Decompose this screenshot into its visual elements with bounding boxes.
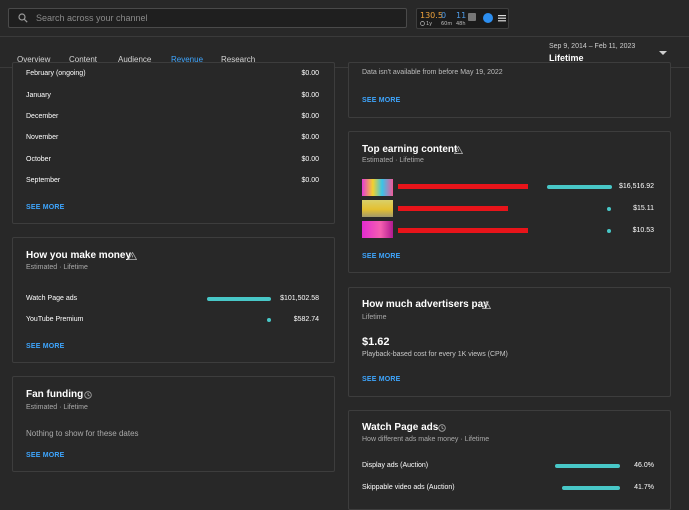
month-label: October	[26, 156, 51, 163]
month-amount: $0.00	[301, 70, 319, 77]
search-input[interactable]: Search across your channel	[36, 13, 148, 23]
warning-icon[interactable]	[482, 301, 491, 309]
see-more-button[interactable]: SEE MORE	[362, 97, 401, 104]
warning-icon[interactable]	[454, 146, 463, 154]
revenue-source-amount: $101,502.58	[280, 295, 319, 302]
see-more-button[interactable]: SEE MORE	[362, 376, 401, 383]
card-subtitle: Estimated · Lifetime	[362, 157, 424, 164]
card-title: Watch Page ads	[362, 422, 439, 433]
see-more-button[interactable]: SEE MORE	[26, 343, 65, 350]
monthly-revenue-card	[12, 62, 335, 224]
see-more-button[interactable]: SEE MORE	[362, 253, 401, 260]
video-thumbnail[interactable]	[362, 200, 393, 217]
video-title-redacted[interactable]	[398, 184, 528, 189]
stats-widget[interactable]: 130.5 1y 0 60m 11 48h	[416, 8, 509, 29]
cpm-value: $1.62	[362, 336, 390, 348]
see-more-button[interactable]: SEE MORE	[26, 452, 65, 459]
earning-amount: $10.53	[632, 227, 654, 234]
stat-a-unit: 1y	[426, 21, 433, 27]
menu-icon[interactable]	[498, 14, 506, 22]
warning-icon[interactable]	[128, 252, 137, 260]
video-thumbnail[interactable]	[362, 221, 393, 238]
ad-type-label: Skippable video ads (Auction)	[362, 484, 455, 491]
earning-amount: $15.11	[633, 205, 654, 212]
clock-icon[interactable]	[438, 424, 446, 432]
month-label: November	[26, 134, 59, 141]
chart-icon	[468, 13, 476, 21]
card-title: Top earning content	[362, 144, 458, 155]
stat-b-value: 0	[441, 11, 447, 20]
revenue-source-label: YouTube Premium	[26, 316, 84, 323]
video-thumbnail[interactable]	[362, 179, 393, 196]
revenue-source-amount: $582.74	[293, 316, 319, 323]
month-amount: $0.00	[301, 113, 319, 120]
data-note: Data isn't available from before May 19,…	[362, 69, 503, 76]
video-title-redacted[interactable]	[398, 228, 528, 233]
search-box[interactable]: Search across your channel	[8, 8, 407, 28]
stat-a-value: 130.5	[420, 11, 443, 20]
cpm-caption: Playback-based cost for every 1K views (…	[362, 351, 508, 358]
earning-amount: $16,516.92	[618, 183, 654, 190]
clock-icon	[420, 21, 425, 26]
ad-type-percent: 41.7%	[634, 484, 654, 491]
search-icon	[18, 13, 28, 23]
month-amount: $0.00	[301, 156, 319, 163]
ad-type-label: Display ads (Auction)	[362, 462, 429, 469]
card-subtitle: How different ads make money · Lifetime	[362, 436, 490, 443]
month-amount: $0.00	[301, 177, 319, 184]
card-title: Fan funding	[26, 389, 84, 400]
month-amount: $0.00	[301, 92, 319, 99]
month-label: February (ongoing)	[26, 70, 86, 77]
month-label: December	[26, 113, 59, 120]
empty-state: Nothing to show for these dates	[26, 429, 139, 438]
stat-c-unit: 48h	[456, 21, 466, 27]
extension-icon[interactable]	[483, 13, 493, 23]
see-more-button[interactable]: SEE MORE	[26, 204, 65, 211]
month-label: September	[26, 177, 61, 184]
card-title: How much advertisers pay	[362, 299, 489, 310]
month-label: January	[26, 92, 51, 99]
revenue-source-label: Watch Page ads	[26, 295, 78, 302]
clock-icon[interactable]	[84, 391, 92, 399]
ad-type-percent: 46.0%	[634, 462, 654, 469]
month-amount: $0.00	[301, 134, 319, 141]
card-title: How you make money	[26, 250, 132, 261]
video-title-redacted[interactable]	[398, 206, 508, 211]
stat-c-value: 11	[456, 11, 467, 20]
card-subtitle: Lifetime	[362, 314, 387, 321]
stat-b-unit: 60m	[441, 21, 453, 27]
chevron-down-icon[interactable]	[659, 51, 667, 55]
date-range[interactable]: Sep 9, 2014 – Feb 11, 2023	[549, 43, 635, 50]
card-subtitle: Estimated · Lifetime	[26, 404, 88, 411]
card-subtitle: Estimated · Lifetime	[26, 264, 88, 271]
